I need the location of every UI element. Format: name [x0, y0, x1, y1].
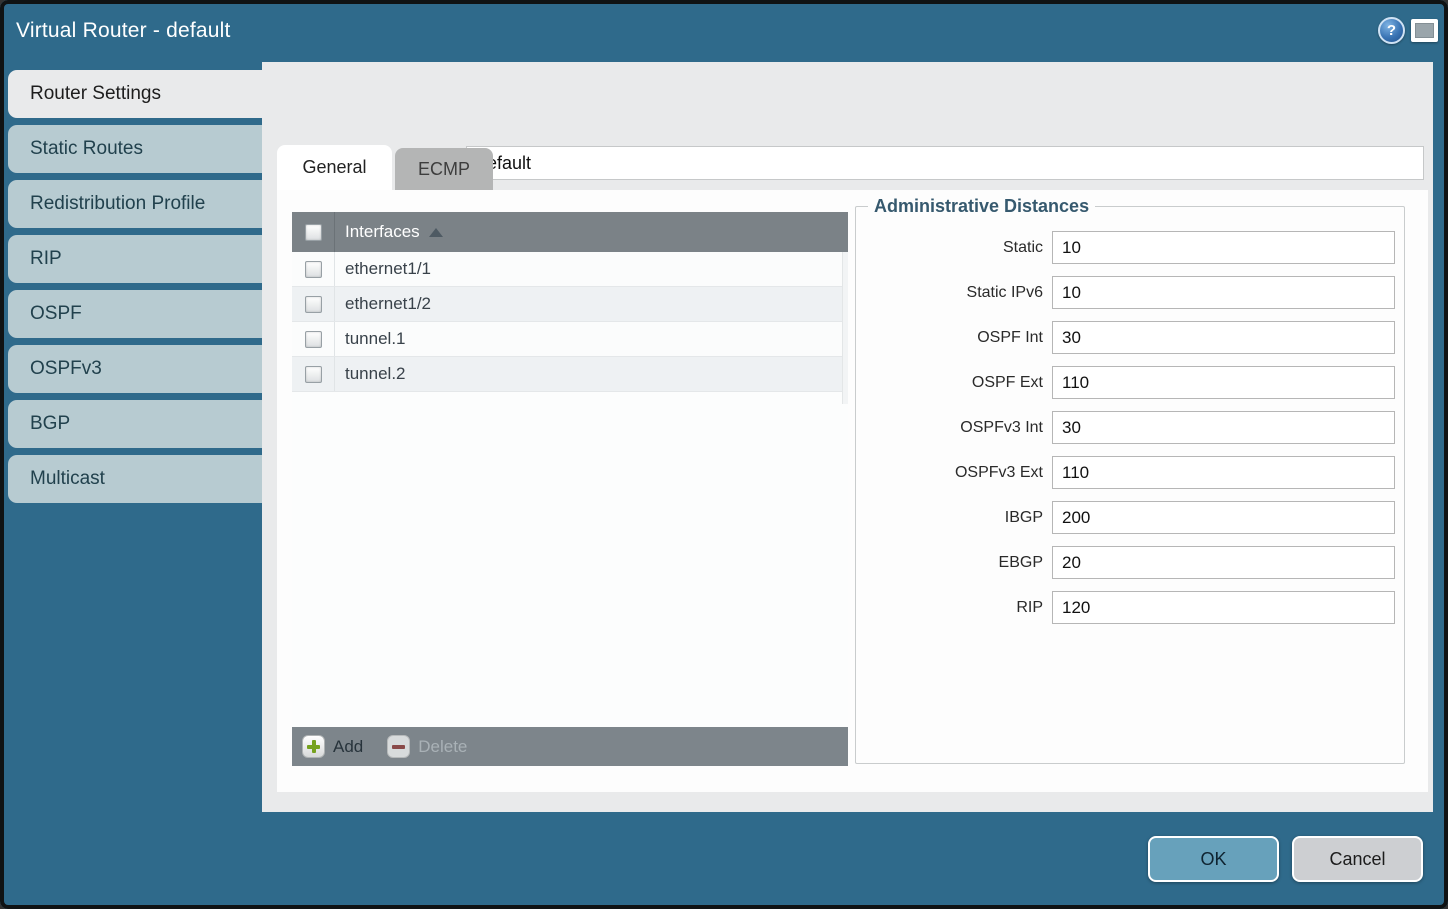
ok-button[interactable]: OK	[1148, 836, 1279, 882]
ok-button-label: OK	[1200, 849, 1226, 870]
ospfv3-int-input[interactable]	[1052, 411, 1395, 444]
add-button[interactable]: Add	[302, 735, 363, 758]
ospf-ext-input[interactable]	[1052, 366, 1395, 399]
sidebar-item-label: Multicast	[30, 468, 105, 490]
sidebar-item-label: Router Settings	[30, 83, 161, 105]
interface-name: tunnel.2	[335, 364, 406, 384]
row-checkbox[interactable]	[305, 331, 322, 348]
static-label: Static	[1003, 239, 1043, 257]
admin-field-row: Static	[856, 231, 1395, 264]
administrative-distances-fieldset: Administrative Distances Static Static I…	[855, 196, 1405, 764]
interface-name: ethernet1/1	[335, 259, 431, 279]
name-input[interactable]	[466, 146, 1424, 180]
content-area: Name General ECMP Interfaces	[262, 62, 1433, 812]
delete-button[interactable]: Delete	[387, 735, 467, 758]
sidebar-item-label: BGP	[30, 413, 70, 435]
help-icon[interactable]: ?	[1378, 17, 1405, 44]
admin-field-row: IBGP	[856, 501, 1395, 534]
interfaces-table: Interfaces ethernet1/1 ethernet1/2	[292, 212, 848, 766]
header-checkbox-cell	[292, 212, 335, 252]
interfaces-table-body: ethernet1/1 ethernet1/2 tunnel.1 tunnel.…	[292, 252, 848, 727]
ospfv3-ext-label: OSPFv3 Ext	[955, 464, 1043, 482]
admin-field-row: Static IPv6	[856, 276, 1395, 309]
table-footer-bar: Add Delete	[292, 727, 848, 766]
table-row[interactable]: tunnel.1	[292, 322, 848, 357]
sidebar-item-router-settings[interactable]: Router Settings	[8, 70, 262, 118]
sidebar-item-label: Redistribution Profile	[30, 193, 205, 215]
row-checkbox[interactable]	[305, 261, 322, 278]
admin-field-row: OSPF Int	[856, 321, 1395, 354]
administrative-distances-title: Administrative Distances	[868, 196, 1095, 217]
ospf-ext-label: OSPF Ext	[972, 374, 1043, 392]
delete-minus-icon	[387, 735, 410, 758]
sidebar-item-multicast[interactable]: Multicast	[8, 455, 262, 503]
sidebar-item-ospf[interactable]: OSPF	[8, 290, 262, 338]
tab-label: General	[302, 157, 366, 178]
ebgp-label: EBGP	[999, 554, 1043, 572]
tab-label: ECMP	[418, 159, 470, 180]
row-checkbox-cell	[292, 357, 335, 391]
virtual-router-dialog: Virtual Router - default ? Router Settin…	[0, 0, 1448, 909]
row-checkbox-cell	[292, 287, 335, 321]
ospf-int-label: OSPF Int	[977, 329, 1043, 347]
tab-ecmp[interactable]: ECMP	[395, 148, 493, 190]
sidebar-item-static-routes[interactable]: Static Routes	[8, 125, 262, 173]
table-scrollbar[interactable]	[842, 252, 848, 404]
tab-general[interactable]: General	[277, 145, 392, 190]
cancel-button[interactable]: Cancel	[1292, 836, 1423, 882]
ebgp-input[interactable]	[1052, 546, 1395, 579]
add-plus-icon	[302, 735, 325, 758]
help-glyph: ?	[1387, 22, 1396, 39]
row-checkbox[interactable]	[305, 296, 322, 313]
select-all-checkbox[interactable]	[305, 224, 322, 241]
interface-name: ethernet1/2	[335, 294, 431, 314]
ospfv3-int-label: OSPFv3 Int	[960, 419, 1043, 437]
sidebar-item-label: RIP	[30, 248, 62, 270]
sidebar-item-bgp[interactable]: BGP	[8, 400, 262, 448]
row-checkbox-cell	[292, 322, 335, 356]
sidebar-item-label: OSPFv3	[30, 358, 102, 380]
static-ipv6-input[interactable]	[1052, 276, 1395, 309]
admin-field-row: OSPFv3 Int	[856, 411, 1395, 444]
sidebar-item-label: Static Routes	[30, 138, 143, 160]
admin-field-row: RIP	[856, 591, 1395, 624]
row-checkbox[interactable]	[305, 366, 322, 383]
admin-field-row: OSPFv3 Ext	[856, 456, 1395, 489]
row-checkbox-cell	[292, 252, 335, 286]
ospf-int-input[interactable]	[1052, 321, 1395, 354]
admin-field-row: OSPF Ext	[856, 366, 1395, 399]
sidebar-item-ospfv3[interactable]: OSPFv3	[8, 345, 262, 393]
sort-ascending-icon	[429, 228, 443, 237]
sidebar-item-label: OSPF	[30, 303, 82, 325]
delete-button-label: Delete	[418, 737, 467, 757]
sidebar-item-redistribution-profile[interactable]: Redistribution Profile	[8, 180, 262, 228]
table-row[interactable]: tunnel.2	[292, 357, 848, 392]
rip-input[interactable]	[1052, 591, 1395, 624]
static-ipv6-label: Static IPv6	[967, 284, 1043, 302]
ibgp-label: IBGP	[1005, 509, 1043, 527]
ospfv3-ext-input[interactable]	[1052, 456, 1395, 489]
restore-window-icon-inner	[1415, 23, 1434, 38]
table-row[interactable]: ethernet1/1	[292, 252, 848, 287]
admin-field-row: EBGP	[856, 546, 1395, 579]
general-tab-panel: Interfaces ethernet1/1 ethernet1/2	[277, 190, 1428, 792]
cancel-button-label: Cancel	[1329, 849, 1385, 870]
table-row[interactable]: ethernet1/2	[292, 287, 848, 322]
dialog-title: Virtual Router - default	[16, 0, 231, 62]
interfaces-column-header[interactable]: Interfaces	[292, 212, 848, 252]
interface-name: tunnel.1	[335, 329, 406, 349]
interfaces-header-label: Interfaces	[345, 222, 420, 242]
rip-label: RIP	[1016, 599, 1043, 617]
add-button-label: Add	[333, 737, 363, 757]
ibgp-input[interactable]	[1052, 501, 1395, 534]
static-input[interactable]	[1052, 231, 1395, 264]
restore-window-icon[interactable]	[1411, 19, 1438, 42]
sidebar-item-rip[interactable]: RIP	[8, 235, 262, 283]
sidebar: Router Settings Static Routes Redistribu…	[8, 70, 262, 510]
